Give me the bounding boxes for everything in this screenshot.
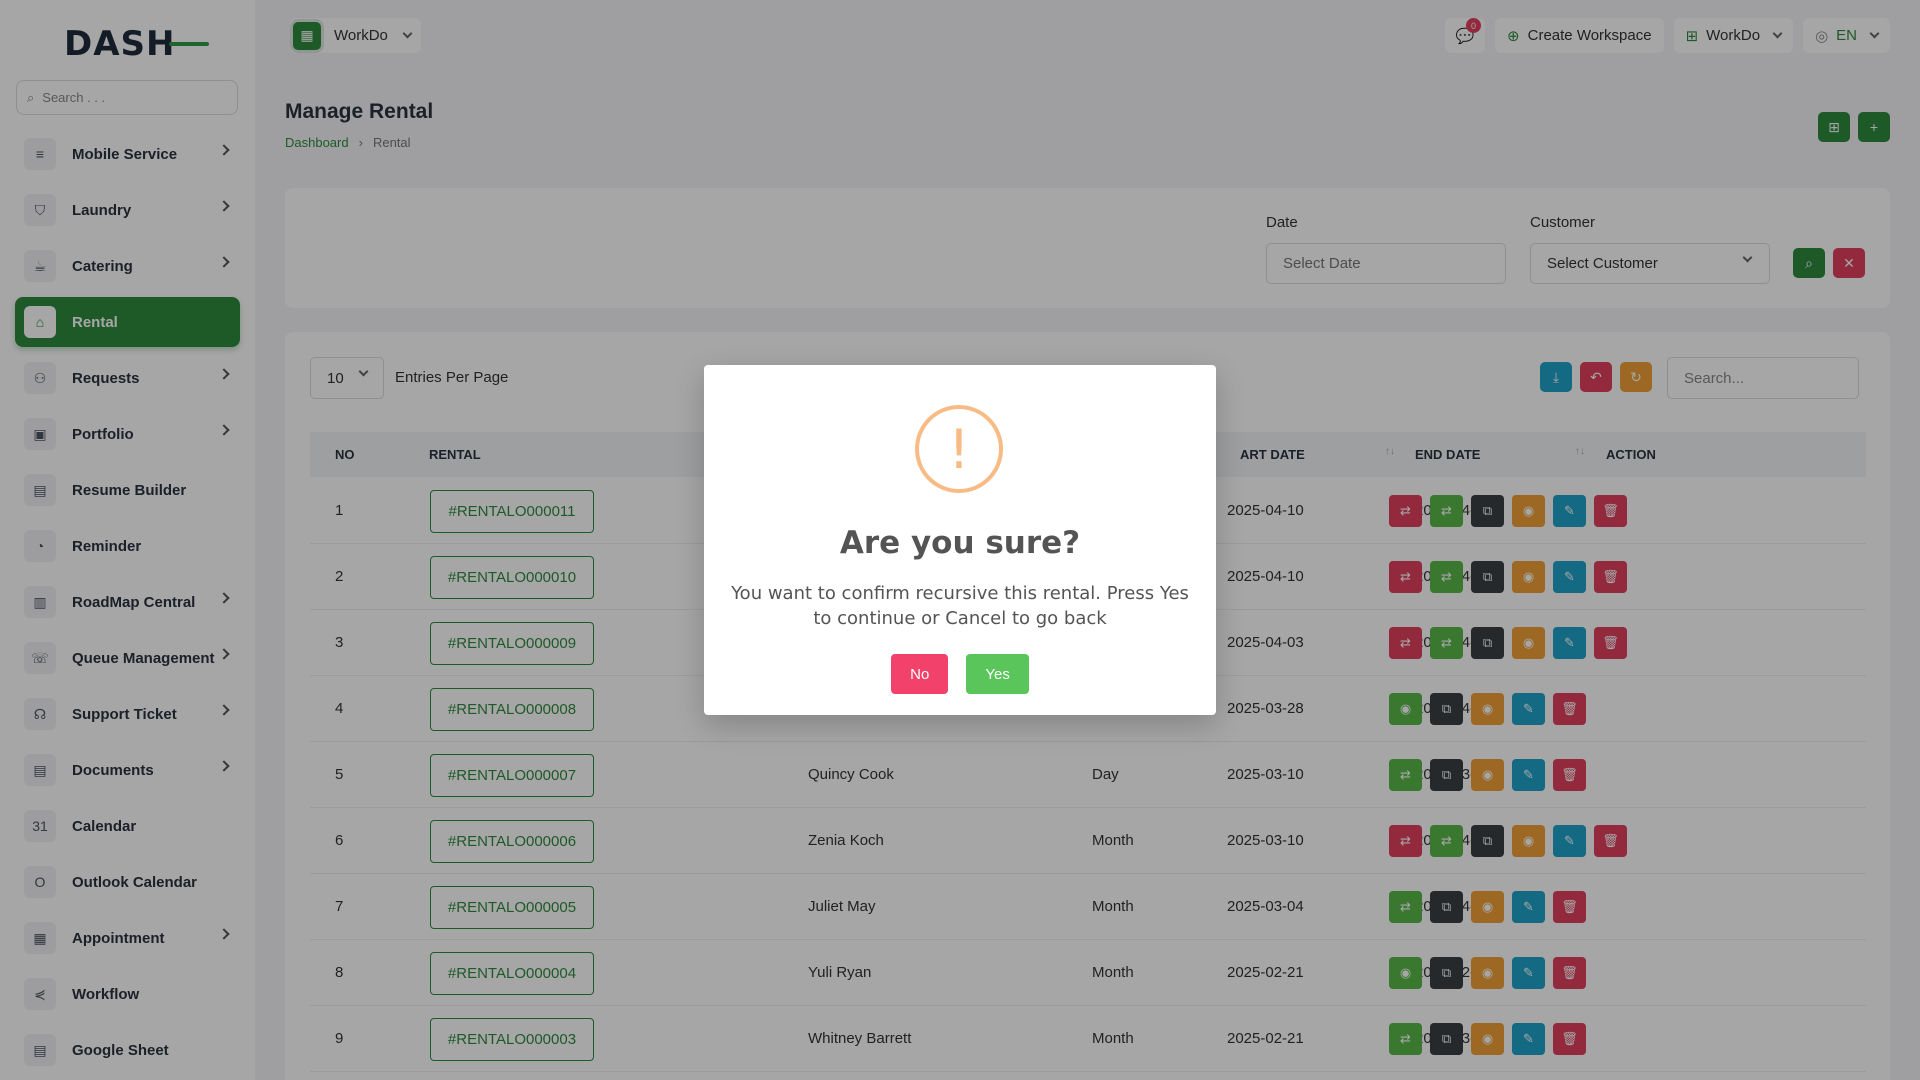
dialog-buttons: No Yes: [704, 654, 1216, 694]
confirm-dialog: ! Are you sure? You want to confirm recu…: [704, 365, 1216, 715]
warning-icon: !: [915, 405, 1003, 493]
warning-icon-glyph: !: [948, 418, 970, 481]
dialog-message: You want to confirm recursive this renta…: [729, 581, 1191, 631]
no-button[interactable]: No: [891, 654, 948, 694]
yes-button[interactable]: Yes: [966, 654, 1028, 694]
dialog-title: Are you sure?: [704, 525, 1216, 561]
